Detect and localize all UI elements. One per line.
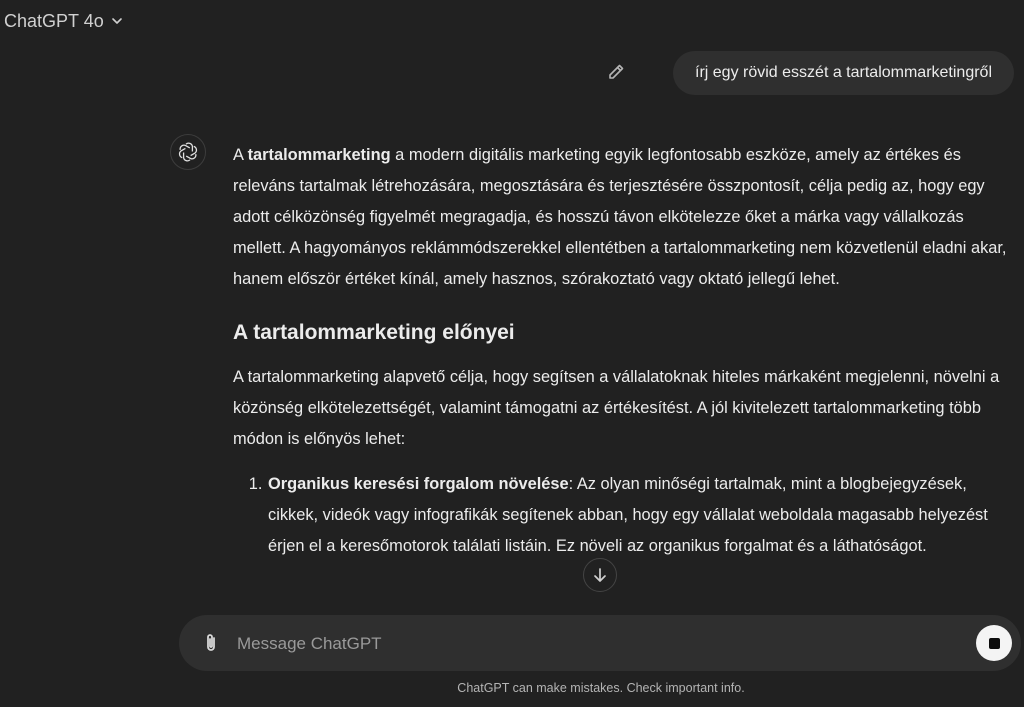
- list-item: Organikus keresési forgalom növelése: Az…: [267, 469, 1013, 562]
- user-message-bubble: írj egy rövid esszét a tartalommarketing…: [673, 51, 1014, 95]
- paperclip-icon[interactable]: [199, 631, 223, 655]
- message-input[interactable]: [235, 629, 939, 659]
- stop-generating-button[interactable]: [976, 625, 1012, 661]
- assistant-avatar: [170, 134, 206, 170]
- chevron-down-icon: [111, 18, 122, 24]
- chat-page: ChatGPT 4o írj egy rövid esszét a tartal…: [0, 0, 1024, 707]
- section-paragraph: A tartalommarketing alapvető célja, hogy…: [233, 368, 1000, 448]
- intro-paragraph: A tartalommarketing a modern digitális m…: [233, 140, 1013, 295]
- user-message-text: írj egy rövid esszét a tartalommarketing…: [695, 64, 992, 81]
- list-item-title: Organikus keresési forgalom növelése: [268, 475, 569, 493]
- disclaimer-text: ChatGPT can make mistakes. Check importa…: [457, 681, 745, 695]
- openai-logo-icon: [178, 142, 198, 162]
- intro-text-pre: A: [233, 146, 248, 164]
- model-label: ChatGPT 4o: [4, 10, 104, 31]
- arrow-down-icon: [594, 568, 606, 582]
- assistant-message: A tartalommarketing a modern digitális m…: [233, 140, 1013, 562]
- model-selector[interactable]: ChatGPT 4o: [4, 8, 124, 34]
- intro-text-post: a modern digitális marketing egyik legfo…: [233, 146, 1007, 288]
- stop-icon: [988, 637, 1000, 649]
- message-composer: [179, 615, 1021, 671]
- intro-bold-term: tartalommarketing: [247, 146, 391, 164]
- section-heading: A tartalommarketing előnyei: [233, 321, 515, 344]
- pencil-icon[interactable]: [606, 62, 626, 82]
- scroll-to-bottom-button[interactable]: [583, 558, 617, 592]
- benefits-list: Organikus keresési forgalom növelése: Az…: [233, 469, 1013, 562]
